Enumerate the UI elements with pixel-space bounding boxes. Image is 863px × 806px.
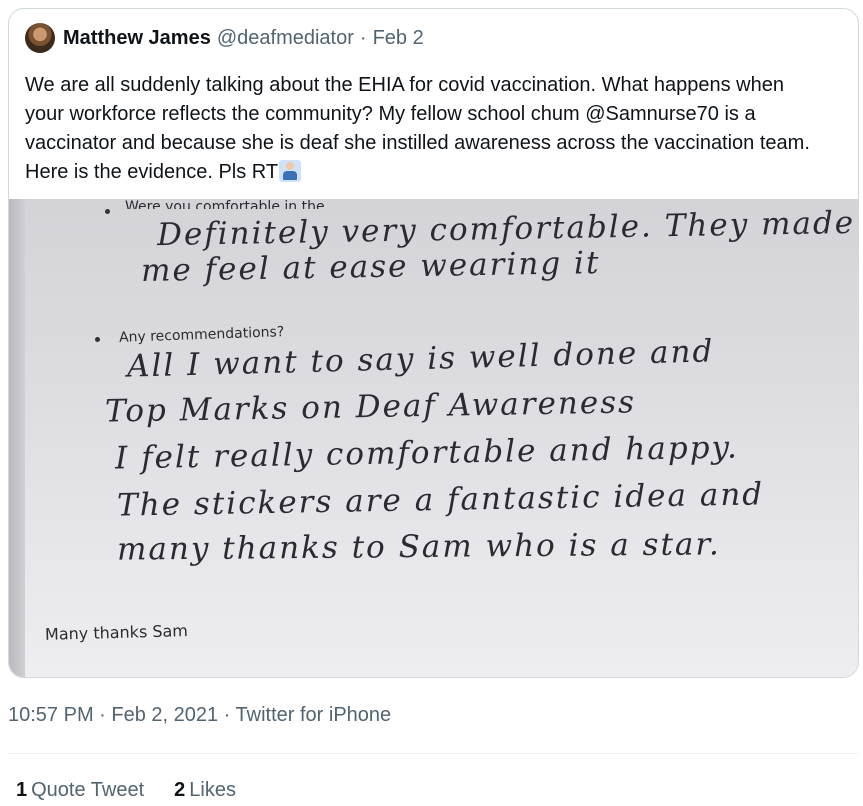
signoff: Many thanks Sam <box>44 621 189 644</box>
author-name[interactable]: Matthew James <box>63 27 211 50</box>
quote-tweets-stat[interactable]: 1 Quote Tweet <box>16 779 144 802</box>
tweet-timestamp[interactable]: 10:57 PM · Feb 2, 2021 · Twitter for iPh… <box>8 704 391 727</box>
handwritten-line: Top Marks on Deaf Awareness <box>104 384 637 430</box>
quote-label: Quote Tweet <box>31 779 145 801</box>
handwritten-line: I felt really comfortable and happy. <box>114 429 740 477</box>
printed-question-2: Any recommendations? <box>118 324 285 346</box>
avatar[interactable] <box>25 23 55 53</box>
quote-count: 1 <box>16 779 28 801</box>
divider <box>8 753 859 754</box>
author-handle[interactable]: @deafmediator <box>217 27 354 50</box>
handwritten-line: The stickers are a fantastic idea and <box>116 476 765 524</box>
like-label: Likes <box>189 779 236 801</box>
paper-edge <box>9 199 25 677</box>
tweet-text: We are all suddenly talking about the EH… <box>25 71 825 187</box>
tweet-header: Matthew James @deafmediator · Feb 2 <box>25 23 424 53</box>
man-gesturing-emoji-icon <box>279 160 302 182</box>
tweet-date[interactable]: Feb 2 <box>373 27 424 50</box>
handwritten-line: me feel at ease wearing it <box>140 244 601 290</box>
meta-separator: · <box>359 26 367 49</box>
bullet-icon <box>95 337 100 342</box>
bullet-icon <box>105 209 110 214</box>
printed-question-1: Were you comfortable in the <box>125 199 325 215</box>
tweet-stats: 1 Quote Tweet 2 Likes <box>16 779 266 802</box>
likes-stat[interactable]: 2 Likes <box>174 779 236 802</box>
tweet-photo[interactable]: Were you comfortable in the Definitely v… <box>9 199 858 677</box>
handwritten-line: many thanks to Sam who is a star. <box>116 526 721 568</box>
tweet-card[interactable]: Matthew James @deafmediator · Feb 2 We a… <box>8 8 859 678</box>
tweet-body: We are all suddenly talking about the EH… <box>25 74 810 183</box>
like-count: 2 <box>174 779 186 801</box>
